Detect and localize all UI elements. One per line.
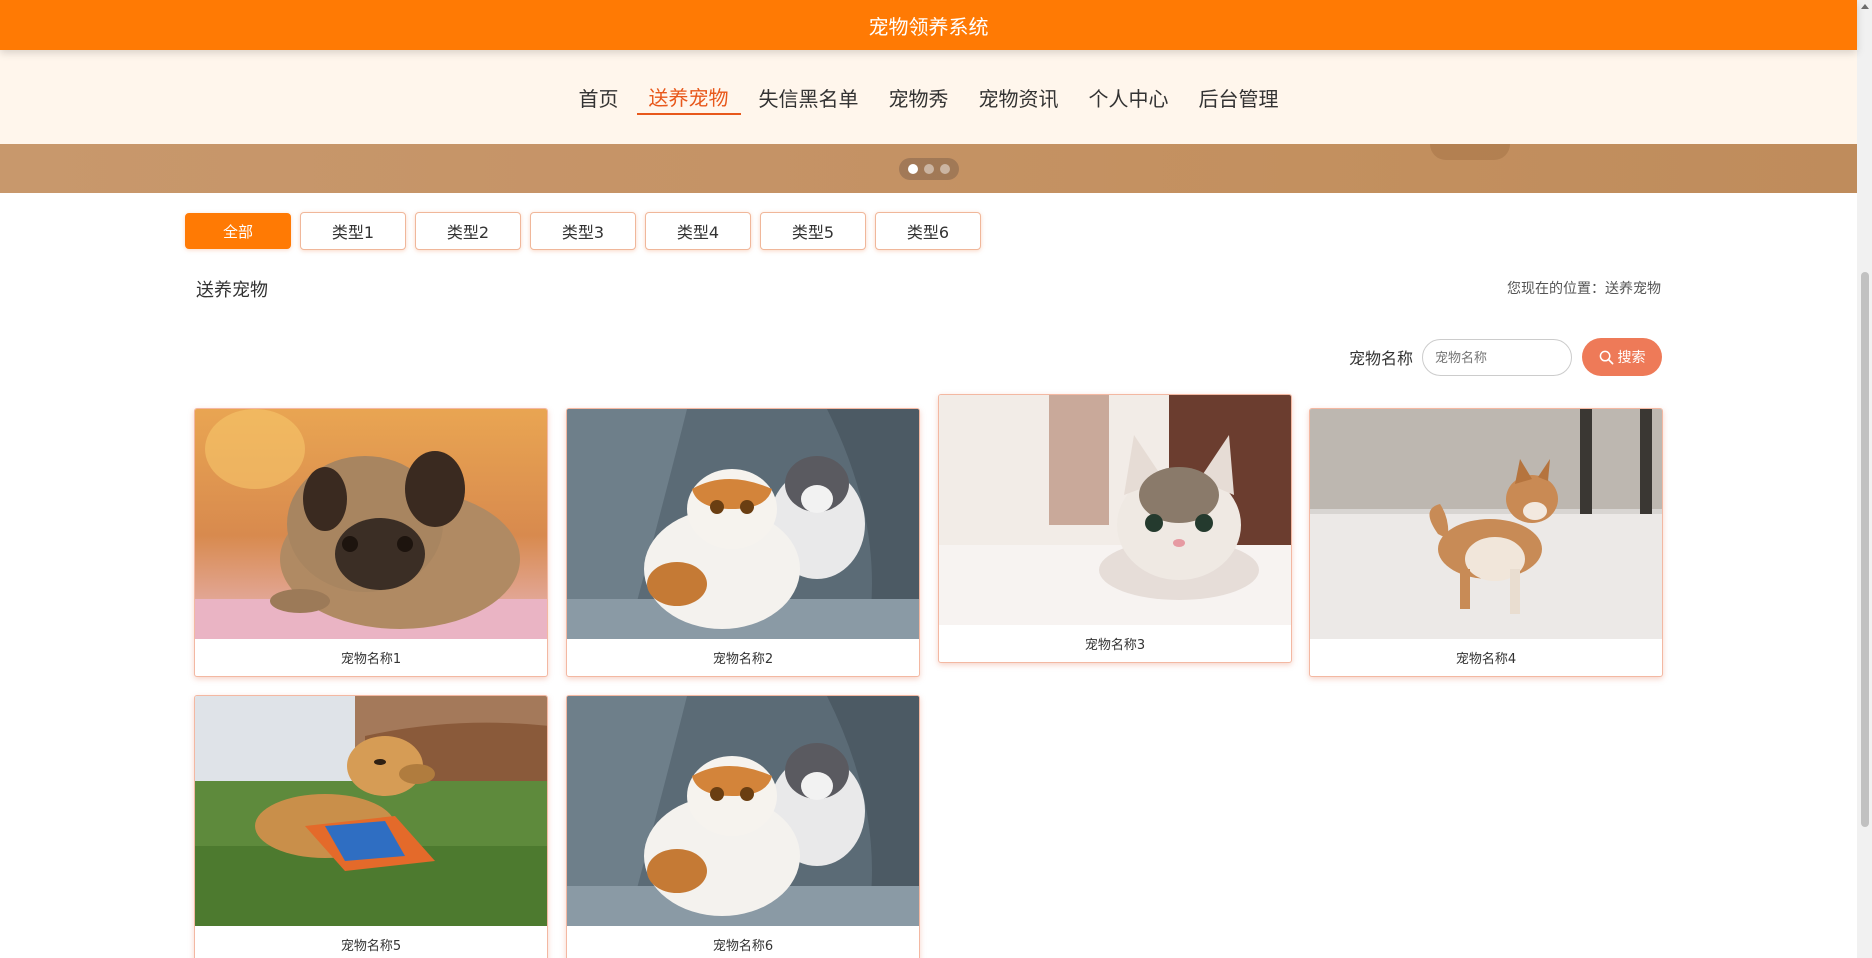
pet-name: 宠物名称6: [712, 939, 774, 954]
nav-item-adoption[interactable]: 送养宠物: [636, 79, 741, 115]
breadcrumb: 您现在的位置：送养宠物: [1507, 281, 1661, 297]
search-button-label: 搜索: [1617, 350, 1646, 366]
pet-name: 宠物名称3: [1084, 638, 1146, 653]
search-bar: 宠物名称 搜索: [1349, 338, 1662, 376]
pet-card[interactable]: 宠物名称3: [938, 394, 1292, 663]
nav-item-user-center[interactable]: 个人中心: [1077, 79, 1181, 115]
banner-image-fragment: [1430, 144, 1510, 160]
scroll-up-arrow-icon[interactable]: [1861, 4, 1869, 9]
nav-item-home[interactable]: 首页: [567, 79, 631, 115]
type-filter-1[interactable]: 类型1: [300, 212, 406, 250]
golden-retriever-icon: [195, 696, 547, 926]
search-icon: [1599, 350, 1613, 364]
nav-item-admin[interactable]: 后台管理: [1187, 79, 1291, 115]
type-filter-6[interactable]: 类型6: [875, 212, 981, 250]
nav-item-pet-show[interactable]: 宠物秀: [877, 79, 961, 115]
pet-name: 宠物名称1: [340, 652, 402, 667]
two-cats-icon: [567, 409, 919, 639]
nav-item-pet-news[interactable]: 宠物资讯: [967, 79, 1071, 115]
pet-card[interactable]: 宠物名称4: [1309, 408, 1663, 677]
type-filter-all[interactable]: 全部: [185, 213, 291, 249]
type-filter-2[interactable]: 类型2: [415, 212, 521, 250]
type-filter-5[interactable]: 类型5: [760, 212, 866, 250]
carousel-indicators: [899, 158, 959, 180]
carousel-dot-1[interactable]: [908, 164, 918, 174]
main-nav: 首页 送养宠物 失信黑名单 宠物秀 宠物资讯 个人中心 后台管理: [0, 50, 1857, 144]
pet-name: 宠物名称4: [1455, 652, 1517, 667]
pet-card[interactable]: 宠物名称2: [566, 408, 920, 677]
nav-item-blacklist[interactable]: 失信黑名单: [747, 79, 871, 115]
page-scrollbar[interactable]: [1857, 0, 1872, 958]
scrollbar-thumb[interactable]: [1861, 272, 1869, 827]
type-filter-4[interactable]: 类型4: [645, 212, 751, 250]
search-button[interactable]: 搜索: [1582, 338, 1662, 376]
kitten-icon: [939, 395, 1291, 625]
search-label: 宠物名称: [1348, 349, 1413, 368]
type-filter-3[interactable]: 类型3: [530, 212, 636, 250]
search-input[interactable]: [1422, 338, 1572, 376]
section-title: 送养宠物: [196, 280, 268, 301]
shiba-icon: [1310, 409, 1662, 639]
carousel-dot-2[interactable]: [924, 164, 934, 174]
site-title: 宠物领养系统: [868, 14, 989, 39]
pet-card[interactable]: 宠物名称5: [194, 695, 548, 958]
pet-card[interactable]: 宠物名称6: [566, 695, 920, 958]
type-filter-bar: 全部 类型1 类型2 类型3 类型4 类型5 类型6: [185, 212, 981, 250]
pet-name: 宠物名称2: [712, 652, 774, 667]
site-title-bar: 宠物领养系统: [0, 0, 1857, 50]
pet-name: 宠物名称5: [340, 939, 402, 954]
pug-icon: [195, 409, 547, 639]
pet-card[interactable]: 宠物名称1: [194, 408, 548, 677]
carousel-dot-3[interactable]: [940, 164, 950, 174]
two-cats-icon: [567, 696, 919, 926]
